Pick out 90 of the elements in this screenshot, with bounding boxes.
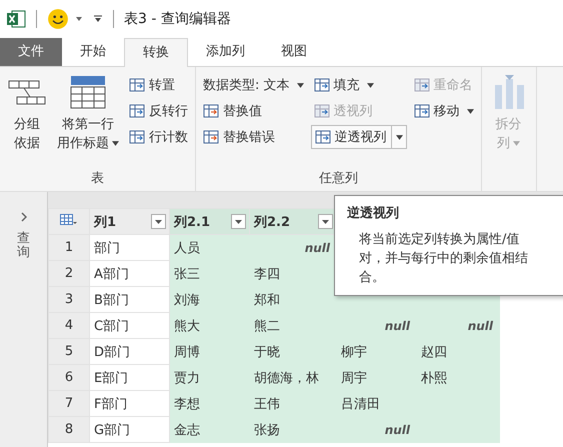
window-title: 表3 - 查询编辑器 [124, 10, 231, 28]
smiley-icon[interactable] [47, 8, 69, 30]
row-number: 7 [48, 390, 90, 416]
column-header[interactable]: 列2.2 [250, 208, 336, 234]
ribbon-tab[interactable]: 添加列 [188, 38, 263, 66]
command-icon [203, 103, 219, 119]
table-cell: 贾力 [174, 370, 200, 386]
row-number: 3 [48, 286, 90, 312]
button-label-line: 列 [497, 136, 510, 151]
row-number: 2 [48, 260, 90, 286]
table-cell: 人员 [174, 240, 200, 256]
table-cell: 部门 [94, 240, 120, 256]
group-label: 任意列 [318, 170, 359, 188]
filter-dropdown-icon[interactable] [151, 214, 166, 229]
table-cell: D部门 [94, 344, 130, 360]
filter-dropdown-icon[interactable] [231, 214, 246, 229]
ribbon-button[interactable]: 逆透视列 [310, 125, 407, 149]
button-label-line: 依据 [14, 136, 40, 151]
table-cell: 吕清田 [341, 396, 380, 412]
group-label: 表 [90, 170, 105, 188]
customize-icon[interactable] [93, 14, 103, 24]
ribbon-button[interactable]: 替换错误 [200, 125, 307, 149]
button-label: 分组 [14, 117, 40, 132]
query-pane-label[interactable]: 查询 [17, 232, 30, 261]
table-cell: null [384, 318, 410, 332]
column-header[interactable]: 列1 [90, 208, 170, 234]
ribbon-button[interactable]: 替换值 [200, 99, 307, 123]
row-number: 5 [48, 338, 90, 364]
command-icon [414, 103, 430, 119]
tooltip-text: 将当前选定列转换为属性/值对，并与每行中的剩余值相结合。 [358, 231, 529, 287]
ribbon-button[interactable]: 将第一行 用作标题 [54, 71, 122, 169]
table-cell: 周宇 [341, 370, 367, 386]
ribbon-button[interactable]: 填充 [310, 73, 407, 97]
table-cell: 郑和 [254, 292, 280, 308]
excel-icon[interactable] [6, 9, 26, 29]
ribbon-button[interactable]: 行计数 [126, 125, 191, 149]
row-number: 8 [48, 416, 90, 442]
expand-icon[interactable] [20, 212, 26, 222]
dropdown-icon[interactable] [75, 15, 83, 23]
table-cell: 王伟 [254, 396, 280, 412]
table-cell: 刘海 [174, 292, 200, 308]
table-cell: 朴熙 [421, 370, 447, 386]
table-cell: 柳宇 [341, 344, 367, 360]
ribbon-tab[interactable]: 转换 [124, 38, 188, 67]
table-cell: 李四 [254, 266, 280, 282]
row-number: 6 [48, 364, 90, 390]
table-cell: null [304, 240, 330, 254]
ribbon-tab[interactable]: 视图 [263, 38, 325, 66]
ribbon-button[interactable]: 数据类型: 文本 [200, 73, 307, 97]
command-icon [129, 77, 145, 93]
table-cell: 熊大 [174, 318, 200, 334]
command-icon [203, 129, 219, 145]
table-cell: F部门 [94, 396, 128, 412]
ribbon-button[interactable]: 分组 依据 [4, 71, 50, 169]
command-icon [314, 103, 330, 119]
table-cell: 熊二 [254, 318, 280, 334]
table-cell: 于晓 [254, 344, 280, 360]
row-number: 4 [48, 312, 90, 338]
command-icon [314, 77, 330, 93]
table-cell: null [384, 422, 410, 436]
command-icon [314, 129, 331, 145]
command-icon [129, 129, 145, 145]
table-cell: 金志 [174, 422, 200, 438]
command-icon [129, 103, 145, 119]
table-cell: 张三 [174, 266, 200, 282]
ribbon-button[interactable]: 转置 [126, 73, 191, 97]
row-number: 1 [48, 234, 90, 260]
column-header[interactable]: 列2.1 [170, 208, 250, 234]
table-cell: A部门 [94, 266, 129, 282]
table-cell: C部门 [94, 318, 130, 334]
table-cell: 张扬 [254, 422, 280, 438]
table-cell: 胡德海，林 [254, 370, 319, 386]
ribbon-button[interactable]: 反转行 [126, 99, 191, 123]
table-cell: 李想 [174, 396, 200, 412]
table-cell: B部门 [94, 292, 129, 308]
filter-dropdown-icon[interactable] [318, 214, 333, 229]
table-cell: null [468, 318, 493, 332]
ribbon-button[interactable]: 移动 [410, 99, 477, 123]
button-label: 拆分 [496, 117, 522, 132]
tooltip-title: 逆透视列 [347, 204, 400, 222]
button-label-line: 用作标题 [57, 136, 109, 151]
ribbon-tab[interactable]: 开始 [62, 38, 124, 66]
ribbon-tab[interactable]: 文件 [0, 38, 62, 66]
table-cell: E部门 [94, 370, 128, 386]
table-cell: G部门 [94, 422, 130, 438]
table-menu-icon[interactable] [60, 214, 78, 226]
command-icon [414, 77, 430, 93]
button-label: 将第一行 [62, 117, 114, 132]
table-cell: 赵四 [421, 344, 447, 360]
table-cell: 周博 [174, 344, 200, 360]
